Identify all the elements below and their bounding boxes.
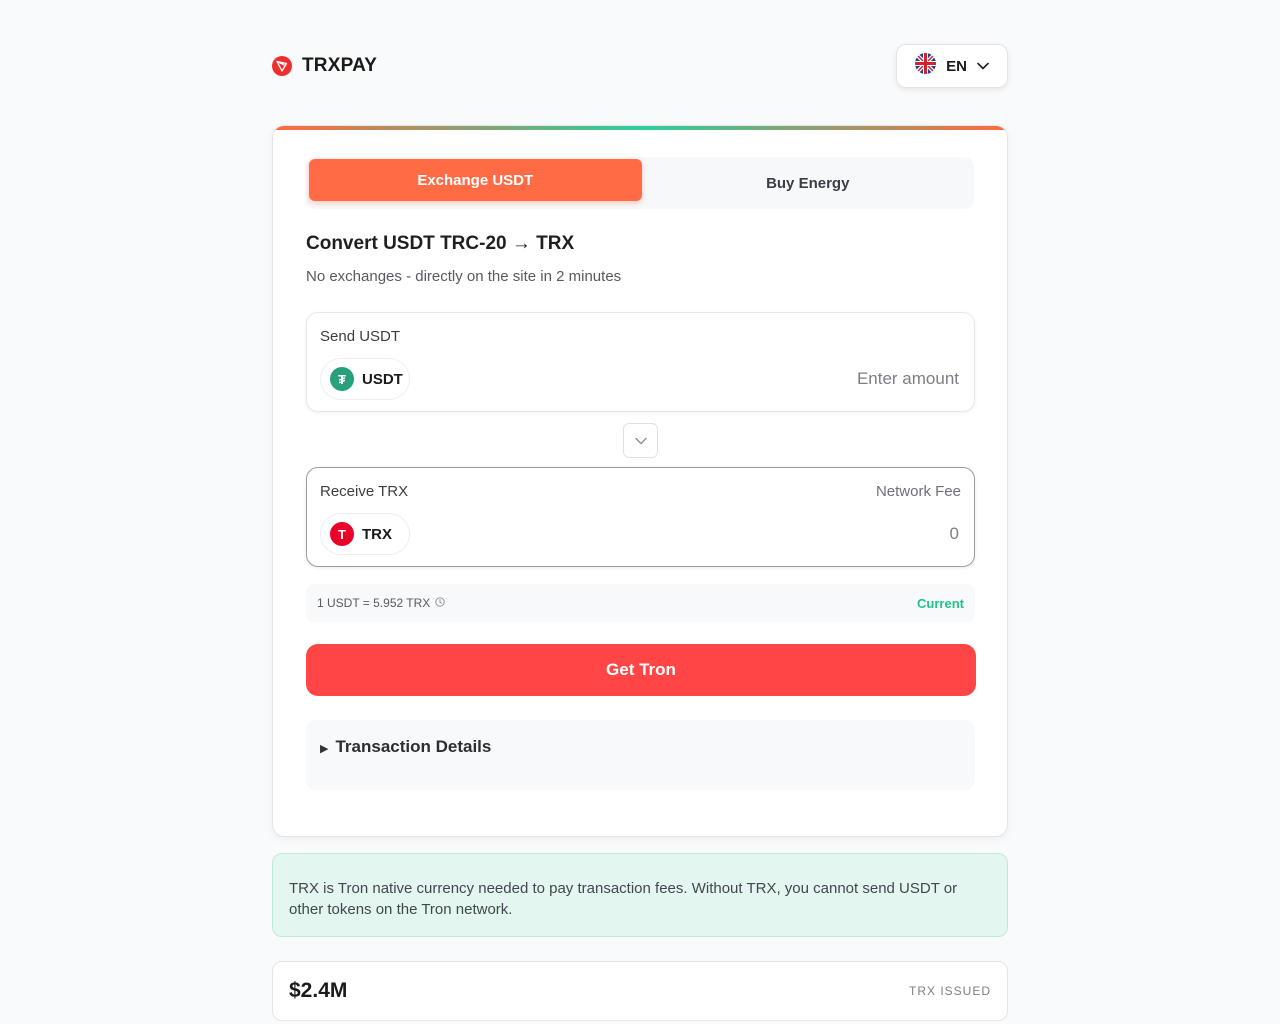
rate-text: 1 USDT = 5.952 TRX	[317, 596, 431, 610]
info-icon[interactable]	[435, 596, 445, 610]
swap-direction-button[interactable]	[623, 423, 658, 458]
header: TRXPAY EN	[272, 44, 1008, 88]
info-notice: TRX is Tron native currency needed to pa…	[272, 853, 1008, 937]
stat-label: TRX ISSUED	[908, 984, 991, 998]
rate-info: 1 USDT = 5.952 TRX	[317, 596, 445, 610]
chevron-down-icon	[977, 57, 989, 75]
exchange-rate-row: 1 USDT = 5.952 TRX Current	[306, 584, 975, 622]
stat-card: $2.4M TRX ISSUED	[272, 961, 1008, 1021]
language-code: EN	[946, 57, 967, 75]
send-label: Send USDT	[320, 328, 401, 345]
usdt-icon: ₮	[330, 367, 354, 391]
converter-subtitle: No exchanges - directly on the site in 2…	[306, 268, 622, 285]
uk-flag-icon	[915, 53, 937, 79]
brand-name: TRXPAY	[302, 55, 378, 76]
brand[interactable]: TRXPAY	[272, 55, 377, 77]
get-tron-button[interactable]: Get Tron	[306, 644, 976, 696]
tab-exchange-usdt[interactable]: Exchange USDT	[309, 159, 642, 201]
trx-icon: T	[330, 522, 354, 546]
receive-token-name: TRX	[362, 525, 392, 543]
network-fee-label: Network Fee	[875, 483, 961, 500]
exchange-card: Exchange USDT Buy Energy Convert USDT TR…	[272, 125, 1008, 837]
send-token-selector[interactable]: ₮ USDT	[320, 358, 410, 400]
transaction-details-label: Transaction Details	[335, 737, 492, 756]
send-amount-input[interactable]	[659, 365, 959, 393]
card-accent-bar	[273, 126, 1007, 130]
tab-bar: Exchange USDT Buy Energy	[306, 157, 974, 209]
language-select[interactable]: EN	[896, 44, 1008, 88]
receive-field: Receive TRX Network Fee T TRX 0	[306, 467, 975, 567]
chevron-down-icon	[634, 432, 647, 450]
receive-token-selector[interactable]: T TRX	[320, 513, 410, 555]
send-field: Send USDT ₮ USDT	[306, 312, 975, 412]
caret-right-icon: ▶	[320, 743, 329, 755]
converter-title: Convert USDT TRC-20 → TRX	[306, 233, 575, 254]
receive-amount: 0	[949, 524, 959, 543]
stat-value: $2.4M	[289, 979, 348, 1002]
rate-status: Current	[917, 595, 964, 611]
send-token-name: USDT	[362, 370, 403, 388]
transaction-details-toggle[interactable]: ▶ Transaction Details	[306, 720, 975, 790]
tron-logo-icon	[272, 56, 292, 76]
receive-label: Receive TRX	[320, 483, 409, 500]
tab-buy-energy[interactable]: Buy Energy	[642, 157, 975, 209]
